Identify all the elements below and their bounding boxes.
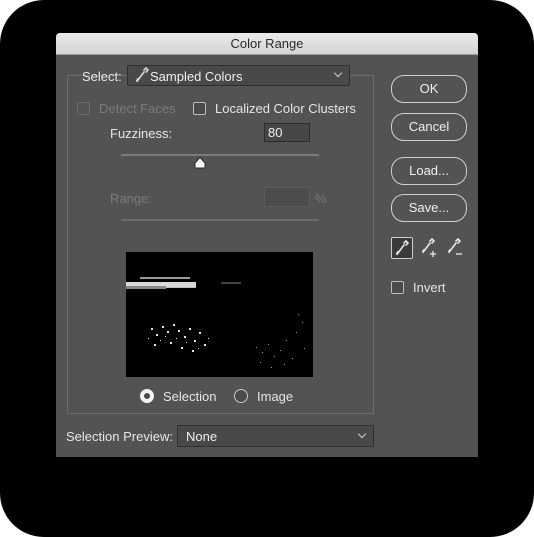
- select-dropdown[interactable]: Sampled Colors: [127, 65, 350, 86]
- eyedropper-subtract-tool[interactable]: [444, 237, 466, 259]
- eyedropper-tool[interactable]: [391, 237, 413, 259]
- color-range-dialog: Color Range Select: Sampled Colors Detec…: [56, 33, 478, 457]
- select-label: Select:: [82, 69, 122, 84]
- load-button[interactable]: Load...: [391, 157, 467, 185]
- chevron-down-icon: [333, 68, 343, 78]
- selection-preview-image: [126, 252, 313, 377]
- selection-preview-dropdown[interactable]: None: [177, 425, 374, 447]
- localized-clusters-checkbox[interactable]: [193, 102, 206, 115]
- chevron-down-icon: [357, 429, 367, 439]
- save-button[interactable]: Save...: [391, 194, 467, 222]
- image-radio[interactable]: [234, 389, 248, 403]
- invert-label: Invert: [413, 280, 446, 295]
- range-input[interactable]: [264, 187, 310, 207]
- localized-clusters-label: Localized Color Clusters: [215, 101, 356, 116]
- eyedropper-plus-icon: [420, 237, 438, 262]
- cancel-button[interactable]: Cancel: [391, 113, 467, 141]
- dialog-title: Color Range: [230, 36, 304, 51]
- eyedropper-icon: [135, 66, 150, 86]
- title-bar: Color Range: [56, 33, 478, 55]
- image-radio-label: Image: [257, 389, 294, 404]
- detect-faces-label: Detect Faces: [99, 101, 176, 116]
- select-value: Sampled Colors: [150, 69, 243, 84]
- eyedropper-icon: [394, 239, 410, 261]
- detect-faces-checkbox[interactable]: [77, 102, 90, 115]
- screenshot-frame: Color Range Select: Sampled Colors Detec…: [0, 0, 534, 537]
- selection-radio-label: Selection: [163, 389, 217, 404]
- fuzziness-label: Fuzziness:: [110, 126, 173, 141]
- selection-preview-value: None: [186, 429, 218, 444]
- ok-button[interactable]: OK: [391, 75, 467, 103]
- selection-preview-label: Selection Preview:: [66, 429, 173, 444]
- eyedropper-add-tool[interactable]: [418, 237, 440, 259]
- range-unit: %: [315, 191, 327, 206]
- fuzziness-input[interactable]: 80: [264, 123, 310, 142]
- range-label: Range:: [110, 191, 152, 206]
- invert-checkbox[interactable]: [391, 281, 404, 294]
- fuzziness-slider-thumb[interactable]: [194, 156, 206, 169]
- selection-radio[interactable]: [140, 389, 154, 403]
- eyedropper-minus-icon: [446, 237, 464, 262]
- range-slider-track[interactable]: [121, 219, 319, 221]
- fuzziness-slider-track[interactable]: [121, 154, 319, 156]
